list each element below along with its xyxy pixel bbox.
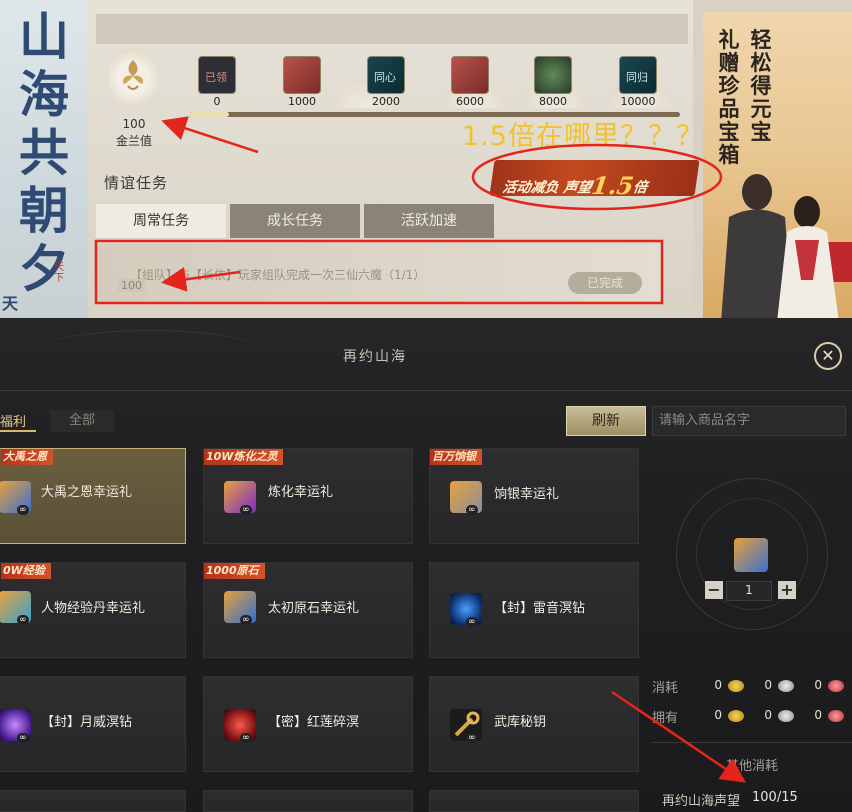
annotation-arrow — [161, 116, 259, 154]
annotation-overlay — [94, 116, 747, 783]
annotation-arrow — [161, 266, 241, 292]
annotation-box — [94, 239, 664, 305]
annotation-circle — [471, 143, 723, 211]
annotation-arrow — [611, 690, 747, 783]
